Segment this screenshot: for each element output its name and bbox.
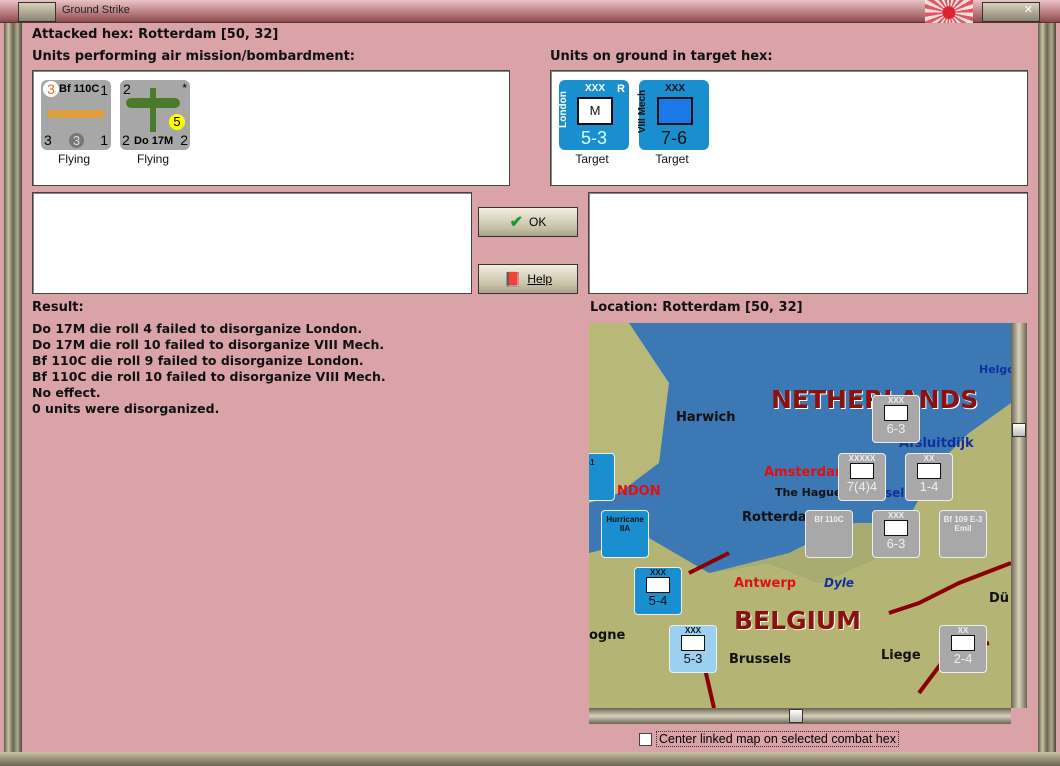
city-label: Liege bbox=[881, 648, 921, 663]
counter-label: Bf 109 E-3 Emil bbox=[943, 515, 983, 533]
bottom-frame bbox=[0, 752, 1060, 766]
air-unit-bf110c[interactable]: 3 Bf 110C 1 3 3 1 bbox=[41, 80, 111, 150]
help-button[interactable]: 📕 Help bbox=[478, 264, 578, 294]
map-horizontal-scrollbar[interactable] bbox=[589, 708, 1011, 724]
counter-size: XXX bbox=[887, 511, 904, 520]
counter-label: 2-4 bbox=[953, 651, 973, 666]
map-counter[interactable]: Bf 109 E-3 Emil bbox=[939, 510, 987, 558]
right-frame bbox=[1038, 23, 1056, 758]
air-details-panel bbox=[32, 192, 472, 294]
linked-map[interactable]: NETHERLANDS BELGIUM Harwich Amsterdam Th… bbox=[589, 323, 1011, 708]
rising-sun-flag-icon bbox=[925, 0, 973, 23]
map-counter[interactable]: XXXXX 7(4)4 bbox=[838, 453, 886, 501]
counter-label: 6-3 bbox=[886, 536, 906, 551]
map-counter[interactable]: Bf 110C bbox=[805, 510, 853, 558]
help-book-icon: 📕 bbox=[503, 270, 522, 287]
city-label: Dü bbox=[989, 591, 1010, 606]
city-label: Helgo bbox=[979, 363, 1011, 376]
counter-size: XXX bbox=[684, 626, 701, 635]
ok-button[interactable]: ✔ OK bbox=[478, 207, 578, 237]
window-title: Ground Strike bbox=[62, 4, 130, 16]
close-button[interactable]: ✕ bbox=[982, 2, 1040, 22]
city-label: Brussels bbox=[729, 652, 792, 667]
map-counter[interactable]: XX 1-4 bbox=[905, 453, 953, 501]
ground-details-panel bbox=[588, 192, 1028, 294]
air-units-label: Units performing air mission/bombardment… bbox=[32, 49, 356, 64]
counter-label: 6-3 bbox=[886, 421, 906, 436]
counter-size: XX bbox=[957, 626, 969, 635]
title-bar: Ground Strike ✕ bbox=[0, 0, 1060, 23]
counter-label: Bf 110C bbox=[814, 515, 844, 524]
unit-symbol-icon bbox=[850, 463, 874, 479]
country-label-belgium: BELGIUM bbox=[734, 606, 862, 635]
center-map-checkbox-label[interactable]: Center linked map on selected combat hex bbox=[656, 731, 899, 747]
map-counter[interactable]: XXX 5-3 bbox=[669, 625, 717, 673]
location-label: Location: Rotterdam [50, 32] bbox=[590, 300, 803, 315]
city-label: ogne bbox=[589, 628, 626, 643]
city-label: Harwich bbox=[676, 410, 736, 425]
unit-symbol-icon bbox=[646, 577, 670, 593]
city-label: Antwerp bbox=[734, 576, 797, 591]
map-counter[interactable]: -1 bbox=[589, 453, 615, 501]
result-log: Do 17M die roll 4 failed to disorganize … bbox=[32, 321, 386, 416]
minimize-button[interactable] bbox=[18, 2, 56, 22]
feature-label: sel bbox=[885, 486, 905, 500]
counter-label: -1 bbox=[589, 458, 595, 467]
unit-symbol-icon bbox=[884, 405, 908, 421]
mechanized-symbol-icon bbox=[657, 97, 693, 125]
counter-size: XX bbox=[923, 454, 935, 463]
unit-symbol-icon bbox=[884, 520, 908, 536]
map-counter[interactable]: XXX 6-3 bbox=[872, 510, 920, 558]
result-label: Result: bbox=[32, 300, 84, 315]
ground-unit-viii-mech[interactable]: VIII Mech XXX 7-6 bbox=[637, 80, 709, 150]
ground-unit-status: Target bbox=[575, 152, 609, 166]
counter-size: XXXXX bbox=[848, 454, 876, 463]
counter-size: XXX bbox=[649, 568, 666, 577]
city-label: The Hague bbox=[775, 486, 842, 499]
counter-label: 5-4 bbox=[648, 593, 668, 608]
ground-unit-london[interactable]: London XXX R M 5-3 bbox=[558, 80, 629, 150]
air-unit-status: Flying bbox=[57, 152, 90, 166]
map-counter[interactable]: XXX 5-4 bbox=[634, 567, 682, 615]
plane-icon bbox=[47, 110, 105, 118]
infantry-symbol-icon: M bbox=[577, 97, 613, 125]
city-label: NDON bbox=[617, 484, 661, 499]
air-unit-status: Flying bbox=[136, 152, 169, 166]
counter-label: 5-3 bbox=[683, 651, 703, 666]
checkmark-icon: ✔ bbox=[509, 214, 524, 231]
counter-label: 1-4 bbox=[919, 479, 939, 494]
air-unit-do17m[interactable]: 2 * 5 2 Do 17M 2 bbox=[120, 80, 190, 150]
scroll-thumb[interactable] bbox=[1012, 423, 1026, 437]
unit-symbol-icon bbox=[951, 635, 975, 651]
center-map-checkbox[interactable] bbox=[639, 733, 652, 746]
unit-symbol-icon bbox=[917, 463, 941, 479]
unit-symbol-icon bbox=[681, 635, 705, 651]
attacked-hex-label: Attacked hex: Rotterdam [50, 32] bbox=[32, 27, 279, 42]
air-units-list: 3 Bf 110C 1 3 3 1 Flying 2 * 5 2 Do 17M … bbox=[32, 70, 510, 186]
counter-label: 7(4)4 bbox=[846, 479, 878, 494]
map-counter[interactable]: XX 2-4 bbox=[939, 625, 987, 673]
river-label: Dyle bbox=[824, 576, 855, 590]
ground-unit-status: Target bbox=[655, 152, 689, 166]
city-label: Amsterdam bbox=[764, 465, 849, 480]
map-counter[interactable]: Hurricane IIA bbox=[601, 510, 649, 558]
left-frame bbox=[4, 23, 22, 758]
ground-units-label: Units on ground in target hex: bbox=[550, 49, 773, 64]
scroll-thumb[interactable] bbox=[789, 709, 803, 723]
ground-units-list: London XXX R M 5-3 Target VIII Mech XXX … bbox=[550, 70, 1028, 186]
map-counter[interactable]: XXX 6-3 bbox=[872, 395, 920, 443]
counter-size: XXX bbox=[887, 396, 904, 405]
map-vertical-scrollbar[interactable] bbox=[1011, 323, 1027, 708]
counter-label: Hurricane IIA bbox=[606, 515, 644, 533]
